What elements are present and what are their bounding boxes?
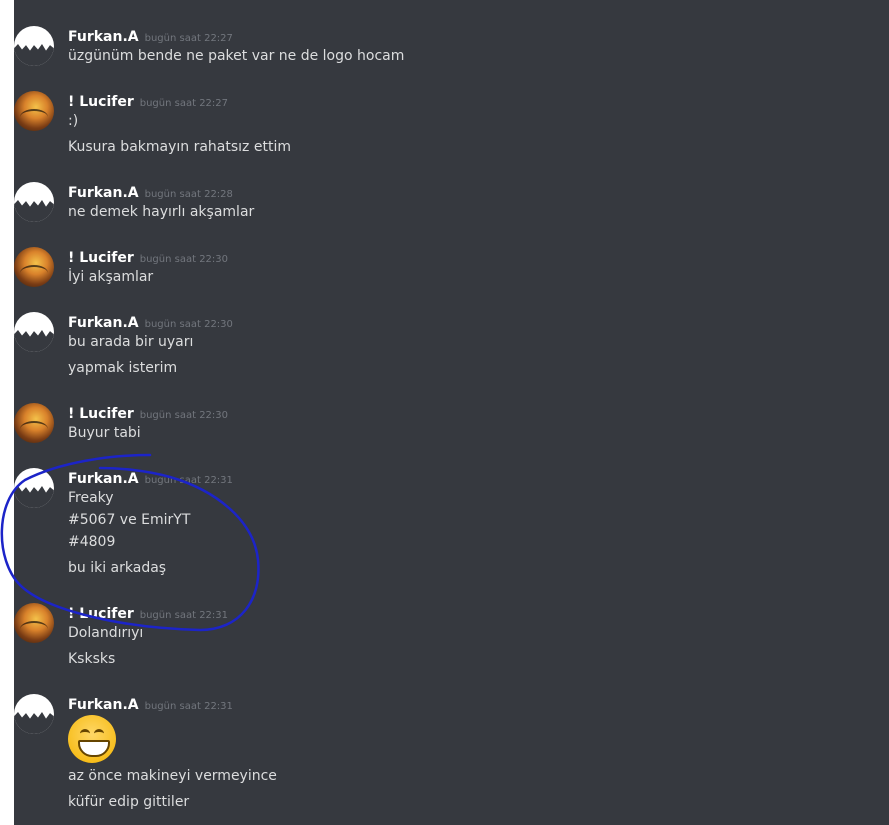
username[interactable]: ! Lucifer xyxy=(68,94,134,110)
message-text: ne demek hayırlı akşamlar xyxy=(68,204,255,220)
avatar[interactable] xyxy=(14,694,54,734)
message-text: İyi akşamlar xyxy=(68,269,154,285)
username[interactable]: Furkan.A xyxy=(68,185,139,201)
timestamp: bugün saat 22:31 xyxy=(144,475,233,486)
username[interactable]: ! Lucifer xyxy=(68,250,134,266)
message-header: ! Lucifer bugün saat 22:27 xyxy=(68,91,228,110)
avatar[interactable] xyxy=(14,603,54,643)
message-text: Buyur tabi xyxy=(68,425,141,441)
message-text: az önce makineyi vermeyince xyxy=(68,768,277,784)
message-text: küfür edip gittiler xyxy=(68,794,190,810)
message-header: Furkan.A bugün saat 22:30 xyxy=(68,312,233,331)
timestamp: bugün saat 22:28 xyxy=(144,189,233,200)
avatar[interactable] xyxy=(14,247,54,287)
message-text: bu arada bir uyarı xyxy=(68,334,194,350)
grinning-face-emoji-icon xyxy=(68,715,116,763)
username[interactable]: Furkan.A xyxy=(68,315,139,331)
message-header: ! Lucifer bugün saat 22:30 xyxy=(68,403,228,422)
username[interactable]: ! Lucifer xyxy=(68,406,134,422)
username[interactable]: Furkan.A xyxy=(68,697,139,713)
avatar[interactable] xyxy=(14,403,54,443)
username[interactable]: Furkan.A xyxy=(68,29,139,45)
username[interactable]: ! Lucifer xyxy=(68,606,134,622)
timestamp: bugün saat 22:30 xyxy=(144,319,233,330)
avatar[interactable] xyxy=(14,312,54,352)
avatar[interactable] xyxy=(14,468,54,508)
message-text: Dolandırıyı xyxy=(68,625,144,641)
timestamp: bugün saat 22:31 xyxy=(139,610,229,621)
message-header: ! Lucifer bugün saat 22:30 xyxy=(68,247,228,266)
message-text: Kusura bakmayın rahatsız ettim xyxy=(68,139,291,155)
timestamp: bugün saat 22:31 xyxy=(144,701,233,712)
username[interactable]: Furkan.A xyxy=(68,471,139,487)
message-text: Freaky xyxy=(68,490,114,506)
avatar[interactable] xyxy=(14,182,54,222)
timestamp: bugün saat 22:27 xyxy=(144,33,233,44)
avatar[interactable] xyxy=(14,26,54,66)
timestamp: bugün saat 22:30 xyxy=(139,254,229,265)
timestamp: bugün saat 22:30 xyxy=(139,410,229,421)
message-text: :) xyxy=(68,113,79,129)
message-text: Ksksks xyxy=(68,651,116,667)
message-text: #5067 ve EmirYT xyxy=(68,512,191,528)
timestamp: bugün saat 22:27 xyxy=(139,98,229,109)
chat-message-list: Furkan.A bugün saat 22:27 üzgünüm bende n… xyxy=(14,0,889,825)
message-header: Furkan.A bugün saat 22:31 xyxy=(68,694,233,713)
message-text: yapmak isterim xyxy=(68,360,178,376)
message-header: Furkan.A bugün saat 22:28 xyxy=(68,182,233,201)
message-header: Furkan.A bugün saat 22:31 xyxy=(68,468,233,487)
message-header: Furkan.A bugün saat 22:27 xyxy=(68,26,233,45)
message-text: bu iki arkadaş xyxy=(68,560,167,576)
message-text: üzgünüm bende ne paket var ne de logo ho… xyxy=(68,48,405,64)
message-header: ! Lucifer bugün saat 22:31 xyxy=(68,603,228,622)
message-text: #4809 xyxy=(68,534,116,550)
avatar[interactable] xyxy=(14,91,54,131)
